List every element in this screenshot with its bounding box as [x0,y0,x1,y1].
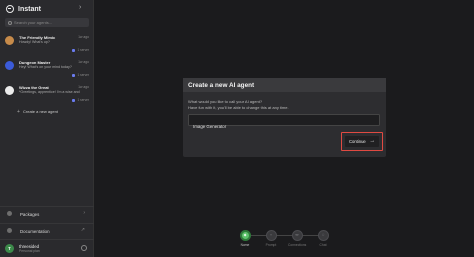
search-icon [8,20,12,25]
instant-logo-icon [6,5,14,13]
discord-icon [72,98,76,102]
agent-last-message: *Greetings, apprentice! I'm a wise and [19,90,80,94]
search-box[interactable] [5,18,89,27]
agent-footer-text: 1 server [77,48,89,52]
step-chat[interactable]: ◌ Chat [314,230,332,247]
agent-time: 1w ago [78,35,89,39]
create-agent-button[interactable]: + Create a new agent [17,109,58,115]
step-connections[interactable]: ∞ Connections [288,230,306,247]
sparkle-icon: ✦ [242,233,248,239]
chevron-right-icon: › [83,210,85,216]
package-icon [7,211,12,216]
step-circle: ◌ [317,230,329,241]
step-label: Prompt [265,243,277,247]
agent-server-count: 1 server [72,98,89,102]
collapse-sidebar-icon[interactable]: › [79,4,81,11]
search-input[interactable] [14,20,84,25]
step-circle: ✦ [239,230,251,241]
dialog-header: Create a new AI agent [183,78,386,92]
agent-name-field[interactable] [188,114,380,132]
sidebar-item-label: Packages [20,211,40,217]
agent-item-wizza-the-great[interactable]: Wizza the Great 1w ago *Greetings, appre… [5,84,89,106]
documentation-icon [7,228,12,233]
app-window: Instant › The Friendly Mimic 1w ago Howd… [0,0,474,257]
agent-last-message: Howdy! What's up? [19,40,50,44]
progress-stepper: ✦ Name ▫ Prompt ∞ Connections ◌ Chat [236,230,336,257]
step-label: Chat [319,243,327,247]
agent-item-the-friendly-mimic[interactable]: The Friendly Mimic 1w ago Howdy! What's … [5,34,89,56]
agent-avatar [5,36,14,45]
step-circle: ▫ [265,230,277,241]
continue-button-highlight: Continue → [341,132,383,151]
step-circle: ∞ [291,230,303,241]
step-label: Name [240,243,250,247]
arrow-right-icon: → [369,138,375,144]
avatar: T [5,244,14,253]
dialog-description: What would you like to call your AI agen… [188,99,378,111]
external-link-icon: ↗ [80,227,85,233]
dialog-title: Create a new AI agent [188,82,255,89]
app-name: Instant [18,5,41,13]
agent-avatar [5,61,14,70]
continue-label: Continue [349,139,366,144]
agent-footer-text: 1 server [77,98,89,102]
document-icon: ▫ [270,232,272,237]
user-plan: Personal plan [19,249,40,253]
sidebar-item-packages[interactable]: Packages › [0,206,94,220]
link-icon: ∞ [295,232,299,237]
agent-time: 1w ago [78,85,89,89]
user-name: threesided [19,243,40,249]
agent-server-count: 1 server [72,73,89,77]
create-agent-dialog: Create a new AI agent What would you lik… [183,78,386,157]
discord-icon [72,48,76,52]
sidebar-item-documentation[interactable]: Documentation ↗ [0,223,94,237]
step-label: Connections [288,243,307,247]
agent-avatar [5,86,14,95]
agent-last-message: Hey! What's on your mind today? [19,65,72,69]
chat-icon: ◌ [321,232,325,237]
agent-name-input[interactable] [189,121,379,132]
settings-icon[interactable] [81,245,87,251]
continue-button[interactable]: Continue → [345,136,379,147]
sidebar-item-label: Documentation [20,228,50,234]
discord-icon [72,73,76,77]
brand[interactable]: Instant [6,5,41,13]
user-profile[interactable]: T threesided Personal plan [0,239,94,257]
plus-icon: + [17,108,20,115]
sidebar: Instant › The Friendly Mimic 1w ago Howd… [0,0,94,257]
step-name[interactable]: ✦ Name [236,230,254,247]
agent-time: 1w ago [78,60,89,64]
agent-item-dungeon-master[interactable]: Dungeon Master 1w ago Hey! What's on you… [5,59,89,81]
create-agent-label: Create a new agent [23,109,58,114]
agent-server-count: 1 server [72,48,89,52]
dialog-description-line: Have fun with it, you'll be able to chan… [188,104,289,110]
step-prompt[interactable]: ▫ Prompt [262,230,280,247]
agent-footer-text: 1 server [77,73,89,77]
